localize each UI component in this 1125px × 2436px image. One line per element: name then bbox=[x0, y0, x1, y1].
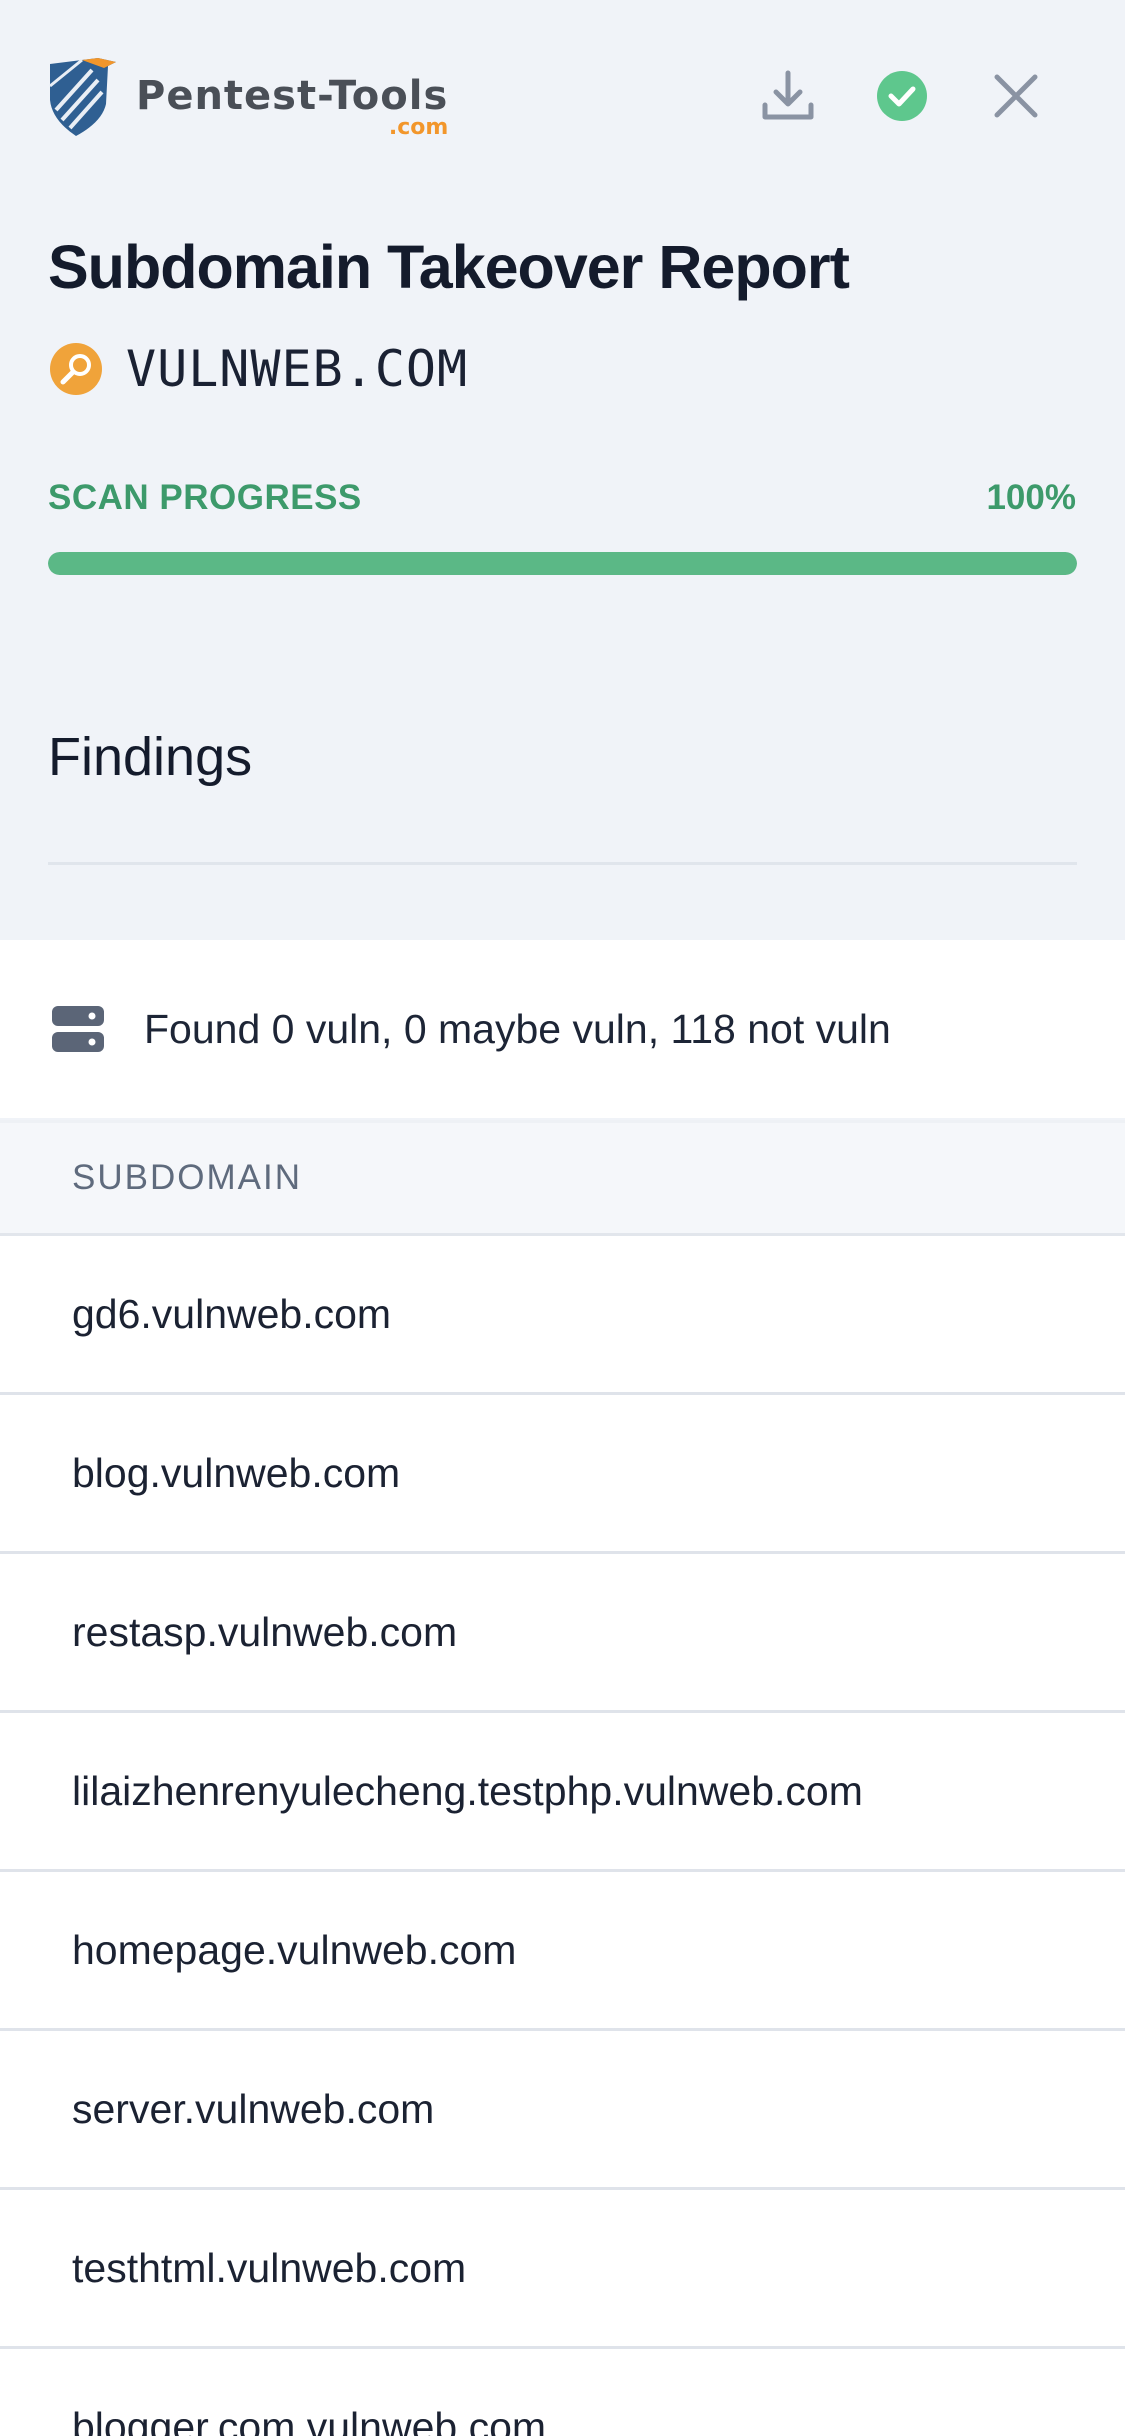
progress-bar bbox=[48, 552, 1077, 575]
table-row[interactable]: server.vulnweb.com bbox=[0, 2031, 1125, 2190]
progress-value: 100% bbox=[986, 478, 1076, 517]
table-row[interactable]: restasp.vulnweb.com bbox=[0, 1554, 1125, 1713]
summary-text: Found 0 vuln, 0 maybe vuln, 118 not vuln bbox=[144, 1005, 891, 1052]
check-circle-icon bbox=[877, 71, 927, 121]
brand-logo[interactable]: Pentest-Tools .com bbox=[46, 56, 449, 140]
table-row[interactable]: blogger.com.vulnweb.com bbox=[0, 2349, 1125, 2436]
subdomain-cell: server.vulnweb.com bbox=[72, 2085, 435, 2132]
target-domain: VULNWEB.COM bbox=[126, 340, 469, 398]
scan-complete-status bbox=[862, 56, 942, 136]
column-header-subdomain: SUBDOMAIN bbox=[72, 1158, 302, 1197]
table-row[interactable]: blog.vulnweb.com bbox=[0, 1395, 1125, 1554]
subdomain-cell: blogger.com.vulnweb.com bbox=[72, 2403, 547, 2436]
table-header: SUBDOMAIN bbox=[0, 1120, 1125, 1236]
subdomain-cell: testhtml.vulnweb.com bbox=[72, 2244, 467, 2291]
table-row[interactable]: gd6.vulnweb.com bbox=[0, 1236, 1125, 1395]
report-page: Pentest-Tools .com Subdomain Takeover Re… bbox=[0, 0, 1125, 2436]
subdomain-cell: gd6.vulnweb.com bbox=[72, 1290, 392, 1337]
page-title: Subdomain Takeover Report bbox=[48, 233, 850, 301]
close-icon bbox=[994, 74, 1038, 118]
findings-summary: Found 0 vuln, 0 maybe vuln, 118 not vuln bbox=[0, 940, 1125, 1118]
findings-heading: Findings bbox=[48, 727, 253, 787]
brand-suffix: .com bbox=[388, 115, 449, 140]
subdomain-table: SUBDOMAIN gd6.vulnweb.com blog.vulnweb.c… bbox=[0, 1120, 1125, 2436]
divider bbox=[48, 862, 1077, 865]
report-header: Pentest-Tools .com Subdomain Takeover Re… bbox=[0, 0, 1125, 940]
download-button[interactable] bbox=[748, 56, 828, 136]
table-row[interactable]: lilaizhenrenyulecheng.testphp.vulnweb.co… bbox=[0, 1713, 1125, 1872]
subdomain-cell: homepage.vulnweb.com bbox=[72, 1926, 517, 1973]
progress-label: SCAN PROGRESS bbox=[48, 478, 362, 517]
subdomain-cell: restasp.vulnweb.com bbox=[72, 1608, 458, 1655]
brand-name: Pentest-Tools .com bbox=[136, 73, 449, 140]
scan-target: VULNWEB.COM bbox=[50, 340, 468, 398]
download-icon bbox=[762, 70, 814, 120]
progress-bar-fill bbox=[48, 552, 1077, 575]
subdomain-cell: lilaizhenrenyulecheng.testphp.vulnweb.co… bbox=[72, 1767, 863, 1814]
table-row[interactable]: testhtml.vulnweb.com bbox=[0, 2190, 1125, 2349]
table-row[interactable]: homepage.vulnweb.com bbox=[0, 1872, 1125, 2031]
subdomain-cell: blog.vulnweb.com bbox=[72, 1449, 401, 1496]
server-icon bbox=[52, 1006, 104, 1052]
shield-logo-icon bbox=[49, 58, 116, 136]
search-target-icon bbox=[50, 343, 102, 395]
close-button[interactable] bbox=[976, 56, 1056, 136]
